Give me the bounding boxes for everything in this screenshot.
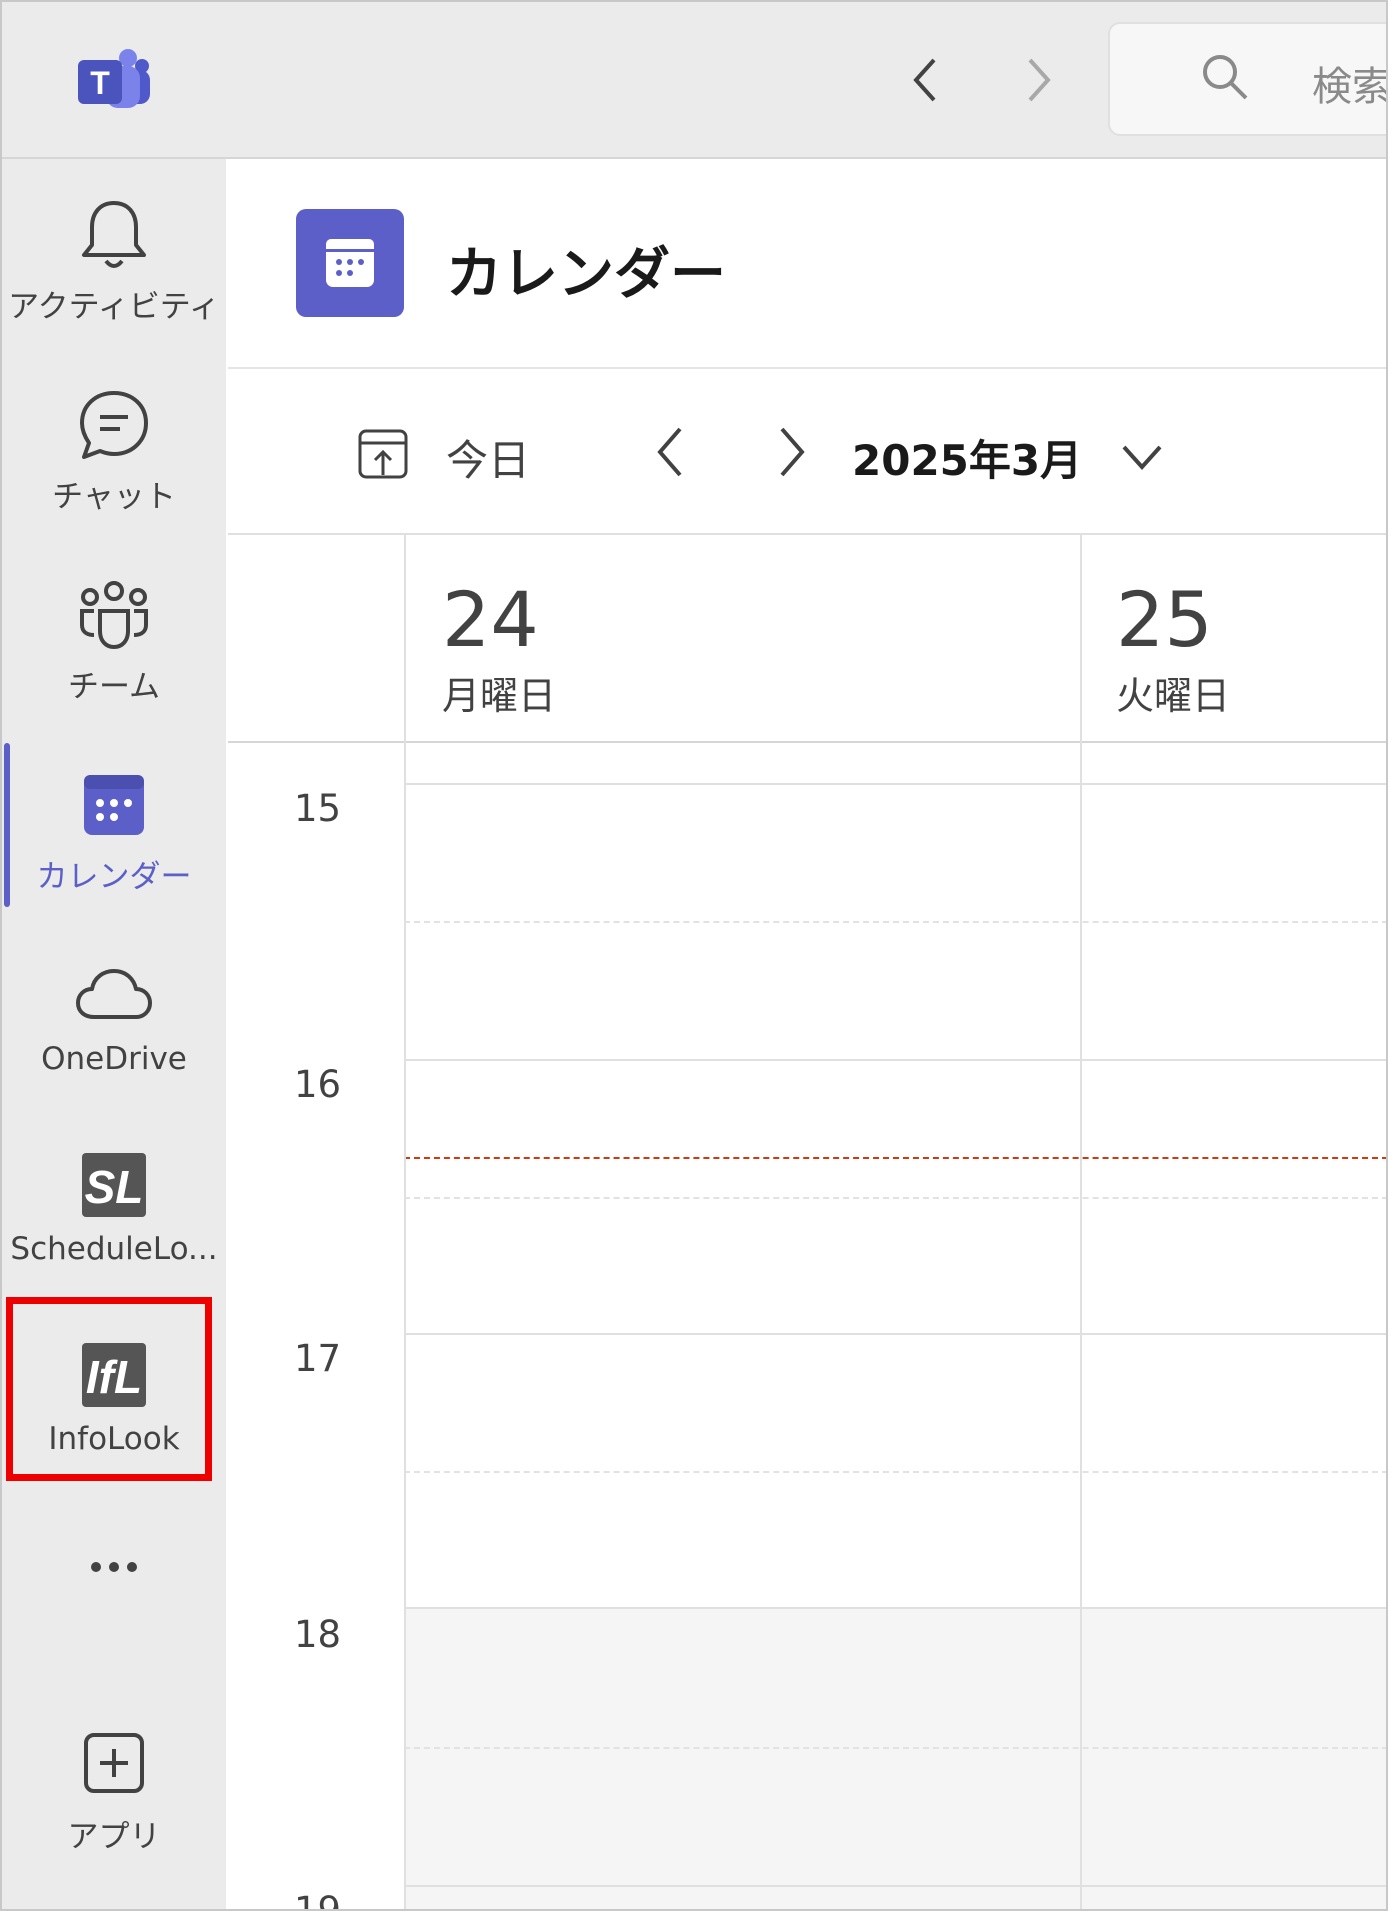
- chat-icon: [80, 391, 148, 459]
- rail-item-activity[interactable]: アクティビティ: [2, 159, 226, 339]
- rail-item-apps[interactable]: アプリ: [2, 1689, 226, 1869]
- half-hour-line: [404, 921, 1386, 923]
- rail-item-onedrive[interactable]: OneDrive: [2, 919, 226, 1099]
- hour-line: [404, 1607, 1386, 1609]
- teams-icon: [80, 581, 148, 650]
- app-header: カレンダー: [228, 159, 1386, 369]
- half-hour-line: [404, 1747, 1386, 1749]
- current-time-line: [404, 1157, 1386, 1159]
- search-input[interactable]: 検索: [1312, 54, 1386, 112]
- rail-item-more[interactable]: [2, 1489, 226, 1669]
- rail-item-chat[interactable]: チャット: [2, 349, 226, 529]
- after-hours-area: [404, 1607, 1386, 1909]
- today-button[interactable]: 今日: [446, 427, 530, 488]
- rail-item-calendar[interactable]: カレンダー: [2, 729, 226, 909]
- hour-line: [404, 1333, 1386, 1335]
- rail-label-apps: アプリ: [67, 1819, 161, 1855]
- svg-text:T: T: [90, 65, 110, 101]
- previous-icon[interactable]: [648, 421, 694, 483]
- search-box[interactable]: 検索: [1108, 22, 1386, 136]
- half-hour-line: [404, 1197, 1386, 1199]
- rail-label-chat: チャット: [52, 479, 176, 515]
- forward-arrow-icon[interactable]: [1010, 50, 1066, 110]
- hour-label: 15: [294, 787, 342, 830]
- more-icon: [91, 1562, 137, 1572]
- bell-icon: [82, 201, 146, 268]
- time-grid[interactable]: 15 16 17 18 19: [228, 743, 1386, 1911]
- hour-label: 17: [294, 1337, 342, 1380]
- app-rail: アクティビティ チャット チーム カレンダー OneDrive SL Sched…: [2, 159, 226, 1909]
- infolook-highlight-box: [6, 1297, 212, 1481]
- hour-line: [404, 1885, 1386, 1887]
- search-icon: [1203, 55, 1248, 100]
- add-apps-icon: [84, 1733, 144, 1793]
- month-label[interactable]: 2025年3月: [852, 427, 1082, 488]
- back-arrow-icon[interactable]: [898, 50, 954, 110]
- rail-label-onedrive: OneDrive: [41, 1041, 187, 1077]
- day-header-row: 24 月曜日 25 火曜日: [228, 535, 1386, 743]
- title-bar: T 検索: [2, 2, 1386, 159]
- rail-label-schedulelook: ScheduleLo...: [10, 1231, 218, 1267]
- cloud-icon: [76, 969, 152, 1019]
- time-gutter-divider: [404, 535, 406, 1909]
- page-title: カレンダー: [446, 242, 726, 307]
- half-hour-line: [404, 1471, 1386, 1473]
- teams-logo-icon[interactable]: T: [76, 46, 152, 116]
- hour-line: [404, 1059, 1386, 1061]
- rail-item-schedulelook[interactable]: SL ScheduleLo...: [2, 1109, 226, 1289]
- hour-label: 16: [294, 1063, 342, 1106]
- rail-item-teams[interactable]: チーム: [2, 539, 226, 719]
- hour-line: [404, 783, 1386, 785]
- day-column-divider: [1080, 535, 1082, 1909]
- svg-text:SL: SL: [85, 1161, 144, 1213]
- hour-label: 19: [294, 1889, 342, 1911]
- rail-label-activity: アクティビティ: [8, 289, 220, 325]
- calendar-app-icon: [296, 209, 404, 317]
- calendar-toolbar: 今日 2025年3月: [228, 369, 1386, 535]
- rail-label-teams: チーム: [67, 669, 161, 705]
- day-name: 月曜日: [442, 674, 557, 718]
- day-number: 24: [442, 575, 539, 664]
- calendar-icon: [84, 775, 144, 835]
- hour-label: 18: [294, 1613, 342, 1656]
- chevron-down-icon[interactable]: [1118, 439, 1166, 475]
- day-name: 火曜日: [1116, 674, 1231, 718]
- teams-window: T 検索 アクティビティ チャット チーム カレンダー OneDrive SL …: [0, 0, 1388, 1911]
- calendar-badge-icon: [326, 239, 374, 287]
- next-icon[interactable]: [768, 421, 814, 483]
- schedulelook-icon: SL: [82, 1153, 146, 1217]
- today-icon[interactable]: [356, 427, 410, 481]
- rail-label-calendar: カレンダー: [36, 859, 192, 895]
- day-number: 25: [1116, 575, 1213, 664]
- active-indicator: [4, 743, 10, 907]
